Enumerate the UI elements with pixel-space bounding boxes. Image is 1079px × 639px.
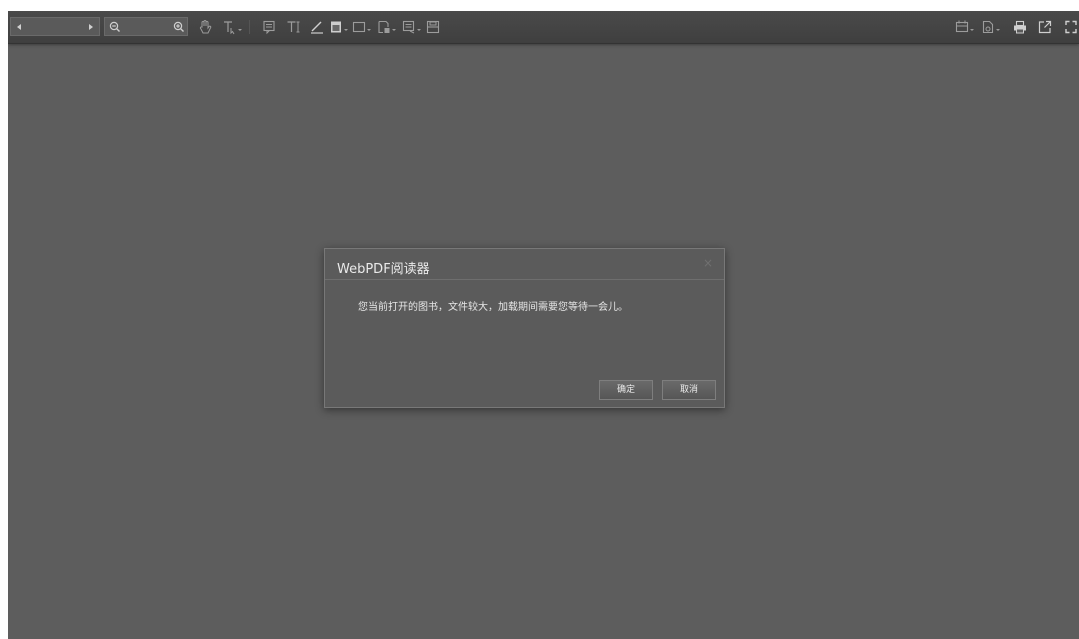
zoom-field[interactable]: [104, 17, 188, 36]
file-button[interactable]: [978, 17, 1000, 37]
zoom-in-icon[interactable]: [173, 21, 185, 33]
note-icon: [402, 20, 415, 34]
stamp-button[interactable]: [374, 17, 396, 37]
open-external-icon: [1038, 20, 1052, 34]
zoom-out-icon[interactable]: [109, 21, 121, 33]
note-button[interactable]: [399, 17, 421, 37]
stamp-icon: [378, 20, 390, 34]
save-icon: [426, 20, 440, 34]
print-button[interactable]: [1010, 17, 1030, 37]
fullscreen-icon: [1065, 20, 1077, 34]
text-select-button[interactable]: [220, 17, 242, 37]
highlight-button[interactable]: [326, 17, 348, 37]
save-button[interactable]: [423, 17, 443, 37]
chevron-down-icon: [392, 29, 396, 31]
next-page-icon[interactable]: [89, 24, 93, 30]
chevron-down-icon: [417, 29, 421, 31]
comment-icon: [263, 20, 275, 35]
pdf-viewer: WebPDF阅读器 × 您当前打开的图书，文件较大，加载期间需要您等待一会儿。 …: [8, 11, 1079, 639]
file-icon: [982, 20, 994, 34]
highlight-icon: [331, 21, 341, 33]
prev-page-icon[interactable]: [17, 24, 21, 30]
cancel-button[interactable]: 取消: [662, 380, 716, 400]
loading-dialog: WebPDF阅读器 × 您当前打开的图书，文件较大，加载期间需要您等待一会儿。 …: [324, 248, 725, 408]
rectangle-button[interactable]: [349, 17, 371, 37]
chevron-down-icon: [367, 29, 371, 31]
open-external-button[interactable]: [1035, 17, 1055, 37]
bookmark-icon: [955, 20, 969, 33]
chevron-down-icon: [238, 29, 242, 31]
text-select-icon: [224, 21, 235, 35]
ok-button[interactable]: 确定: [599, 380, 653, 400]
rectangle-icon: [352, 21, 366, 33]
page-nav-field[interactable]: [10, 17, 100, 36]
close-icon[interactable]: ×: [702, 257, 714, 269]
hand-tool-icon: [199, 20, 212, 34]
comment-button[interactable]: [259, 17, 279, 37]
chevron-down-icon: [344, 29, 348, 31]
fullscreen-button[interactable]: [1063, 17, 1079, 37]
toolbar-separator: [249, 20, 250, 34]
pen-icon: [311, 21, 323, 34]
dialog-title: WebPDF阅读器: [337, 262, 430, 277]
dialog-message: 您当前打开的图书，文件较大，加载期间需要您等待一会儿。: [358, 302, 628, 313]
pen-button[interactable]: [307, 17, 327, 37]
typewriter-icon: [287, 21, 300, 33]
toolbar: [8, 11, 1079, 44]
chevron-down-icon: [970, 29, 974, 31]
print-icon: [1014, 20, 1026, 34]
bookmark-button[interactable]: [952, 17, 974, 37]
hand-tool-button[interactable]: [195, 17, 215, 37]
chevron-down-icon: [996, 29, 1000, 31]
typewriter-button[interactable]: [284, 17, 304, 37]
dialog-divider: [325, 279, 724, 280]
